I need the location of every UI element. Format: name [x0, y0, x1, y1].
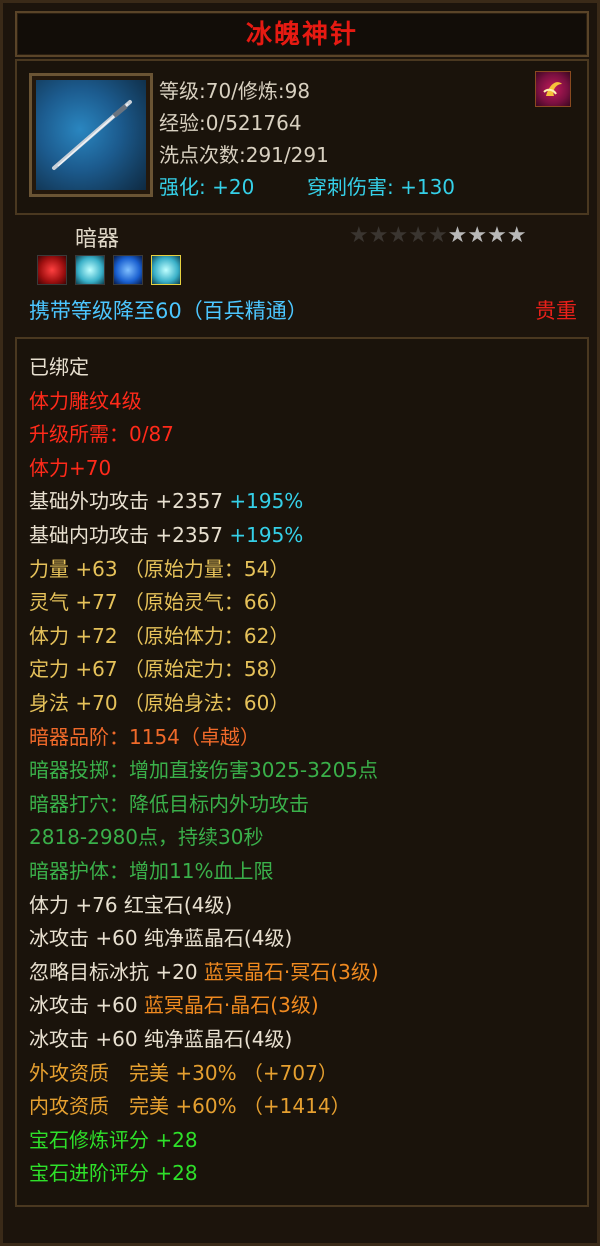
attribute-text: 体力 +72 （原始体力：62）: [29, 623, 290, 648]
star-rating: ★★★★★★★★★: [349, 223, 527, 248]
item-type-label: 暗器: [75, 227, 120, 252]
attribute-text: 升级所需：0/87: [29, 422, 174, 447]
star-icon: ★: [408, 223, 428, 248]
pierce-damage-info: 穿刺伤害: +130: [307, 175, 456, 199]
carry-level-text: 携带等级降至60（百兵精通）: [29, 299, 308, 323]
attribute-line: 冰攻击 +60 纯净蓝晶石(4级): [29, 922, 292, 954]
attribute-line: 冰攻击 +60 蓝冥晶石·晶石(3级): [29, 989, 319, 1021]
attribute-line: 升级所需：0/87: [29, 418, 174, 450]
attribute-line: 暗器品阶：1154（卓越）: [29, 721, 260, 753]
cyan-gem-selected-icon: [151, 255, 181, 285]
attribute-text: 体力+70: [29, 455, 112, 480]
blue-gem-icon: [113, 255, 143, 285]
attributes-panel: 已绑定体力雕纹4级升级所需：0/87 体力+70 基础外功攻击 +2357 +195…: [15, 337, 589, 1207]
attribute-text: 体力 +76 红宝石(4级): [29, 892, 233, 917]
item-title: 冰魄神针: [245, 20, 358, 50]
star-icon: ★: [447, 223, 468, 248]
title-bar: 冰魄神针: [15, 11, 589, 57]
item-icon-frame: [29, 73, 153, 197]
attribute-line: 身法 +70 （原始身法：60）: [29, 687, 289, 719]
attribute-line: 2818-2980点，持续30秒: [29, 821, 263, 853]
star-icon: ★: [368, 223, 389, 248]
attribute-line: 基础外功攻击 +2357 +195%: [29, 485, 303, 517]
red-gem-icon: [37, 255, 67, 285]
star-icon: ★: [506, 223, 527, 248]
star-icon: ★: [349, 223, 369, 248]
attribute-suffix: +195%: [223, 523, 304, 547]
attribute-line: 定力 +67 （原始定力：58）: [29, 653, 289, 685]
star-icon: ★: [427, 223, 448, 248]
attribute-text: 冰攻击 +60: [29, 993, 138, 1018]
attribute-line: 暗器打穴：降低目标内外功攻击: [29, 788, 309, 820]
enhance-info: 强化: +20: [159, 175, 255, 199]
attribute-line: 内攻资质 完美 +60% （+1414）: [29, 1090, 351, 1122]
attribute-text: 身法 +70 （原始身法：60）: [29, 691, 290, 715]
attribute-line: 忽略目标冰抗 +20 蓝冥晶石·冥石(3级): [29, 956, 379, 988]
precious-label: 贵重: [535, 299, 577, 323]
attribute-line: 已绑定: [29, 351, 89, 383]
attribute-suffix: +195%: [223, 489, 304, 514]
star-icon: ★: [467, 223, 488, 248]
attribute-text: 已绑定: [29, 355, 89, 379]
needle-icon: [36, 80, 146, 190]
school-badge-icon: [535, 71, 571, 107]
attribute-text: 内攻资质 完美 +60% （+1414）: [29, 1094, 351, 1119]
attribute-text: 暗器护体：增加11%血上限: [29, 859, 274, 883]
attribute-text: 定力 +67 （原始定力：58）: [29, 657, 290, 682]
attribute-line: 暗器投掷：增加直接伤害3025-3205点: [29, 754, 378, 786]
attribute-text: 宝石修炼评分 +28: [29, 1127, 198, 1152]
attribute-line: 体力雕纹4级: [29, 385, 142, 417]
attribute-line: 宝石进阶评分 +28: [29, 1157, 198, 1189]
attribute-text: 冰攻击 +60 纯净蓝晶石(4级): [29, 1027, 293, 1051]
item-type-panel: 暗器 ★★★★★★★★★ 携带等级降至60（百兵精通） 贵重: [15, 215, 589, 335]
attribute-line: 外攻资质 完美 +30% （+707）: [29, 1057, 338, 1089]
attribute-text: 力量 +63 （原始力量：54）: [29, 556, 290, 581]
attribute-line: 暗器护体：增加11%血上限: [29, 855, 273, 887]
attribute-suffix: 蓝冥晶石·冥石(3级): [197, 959, 379, 984]
wash-count-info: 洗点次数:291/291: [159, 143, 329, 167]
level-info: 等级:70/修炼:98: [159, 79, 311, 103]
attribute-text: 暗器投掷：增加直接伤害3025-3205点: [29, 758, 379, 783]
attribute-text: 宝石进阶评分 +28: [29, 1161, 198, 1186]
attribute-text: 2818-2980点，持续30秒: [29, 825, 264, 850]
item-info-panel: 等级:70/修炼:98 经验:0/521764 洗点次数:291/291 强化:…: [15, 59, 589, 215]
attribute-line: 体力 +76 红宝石(4级): [29, 889, 232, 921]
attribute-line: 体力+70: [29, 452, 111, 484]
attribute-text: 灵气 +77 （原始灵气：66）: [29, 590, 290, 615]
attribute-text: 体力雕纹4级: [29, 388, 142, 413]
attribute-text: 暗器品阶：1154（卓越）: [29, 724, 260, 749]
attribute-text: 基础内功攻击 +2357: [29, 523, 224, 547]
exp-info: 经验:0/521764: [159, 111, 302, 135]
attribute-line: 体力 +72 （原始体力：62）: [29, 620, 289, 652]
attribute-line: 冰攻击 +60 纯净蓝晶石(4级): [29, 1023, 292, 1055]
attribute-line: 基础内功攻击 +2357 +195%: [29, 519, 303, 551]
attribute-text: 冰攻击 +60 纯净蓝晶石(4级): [29, 926, 293, 951]
item-tooltip: 冰魄神针 等级:70/修炼:98 经验:0/521764 洗点次数:291/29…: [0, 0, 600, 1246]
attribute-text: 基础外功攻击 +2357: [29, 489, 224, 514]
attribute-text: 忽略目标冰抗 +20: [29, 959, 198, 984]
star-icon: ★: [487, 223, 507, 248]
attribute-suffix: 蓝冥晶石·晶石(3级): [137, 993, 319, 1018]
attribute-text: 外攻资质 完美 +30% （+707）: [29, 1060, 338, 1085]
star-icon: ★: [388, 223, 409, 248]
attribute-line: 灵气 +77 （原始灵气：66）: [29, 586, 289, 618]
cyan-gem-icon: [75, 255, 105, 285]
attribute-text: 暗器打穴：降低目标内外功攻击: [29, 791, 309, 816]
attribute-line: 宝石修炼评分 +28: [29, 1124, 198, 1156]
attribute-line: 力量 +63 （原始力量：54）: [29, 553, 289, 585]
